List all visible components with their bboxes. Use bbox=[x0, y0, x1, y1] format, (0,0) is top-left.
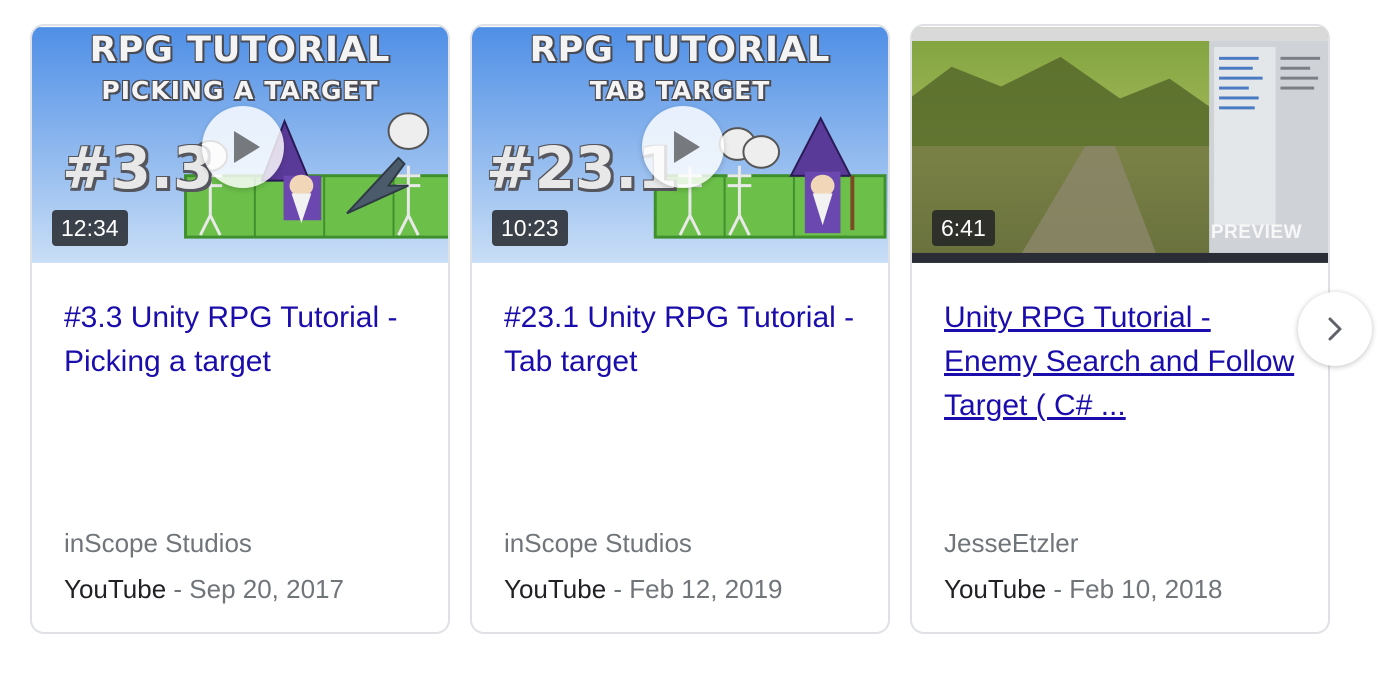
channel-name: inScope Studios bbox=[64, 528, 252, 558]
video-source: YouTube bbox=[944, 574, 1047, 604]
upload-date: Feb 12, 2019 bbox=[629, 574, 783, 604]
video-duration-badge: 12:34 bbox=[52, 210, 128, 246]
video-thumbnail[interactable]: RPG TUTORIAL TAB TARGET #23.1 10:23 bbox=[472, 26, 888, 264]
video-title-link[interactable]: Unity RPG Tutorial - Enemy Search and Fo… bbox=[944, 296, 1304, 428]
preview-label: PREVIEW bbox=[1210, 222, 1302, 243]
video-duration-badge: 10:23 bbox=[492, 210, 568, 246]
video-thumbnail[interactable]: RPG TUTORIAL PICKING A TARGET #3.3 12:34 bbox=[32, 26, 448, 264]
channel-name: inScope Studios bbox=[504, 528, 692, 558]
thumbnail-title-line-1: RPG TUTORIAL bbox=[89, 30, 391, 70]
chevron-right-icon bbox=[1328, 317, 1342, 341]
channel-name: JesseEtzler bbox=[944, 528, 1079, 558]
video-title-link[interactable]: #23.1 Unity RPG Tutorial - Tab target bbox=[504, 296, 864, 384]
video-duration-badge: 6:41 bbox=[932, 210, 995, 246]
meta-separator: - bbox=[166, 574, 190, 604]
play-icon[interactable] bbox=[202, 106, 284, 188]
meta-separator: - bbox=[1046, 574, 1070, 604]
video-card-2[interactable]: RPG TUTORIAL TAB TARGET #23.1 10:23 #23.… bbox=[470, 24, 890, 634]
video-thumbnail[interactable]: PREVIEW 6:41 bbox=[912, 26, 1328, 264]
carousel-next-button[interactable] bbox=[1298, 292, 1372, 366]
video-source: YouTube bbox=[504, 574, 607, 604]
video-meta: YouTube - Feb 10, 2018 bbox=[944, 574, 1223, 605]
video-meta: YouTube - Sep 20, 2017 bbox=[64, 574, 344, 605]
play-icon[interactable] bbox=[642, 106, 724, 188]
thumbnail-title-line-2: TAB TARGET bbox=[589, 76, 771, 105]
video-source: YouTube bbox=[64, 574, 167, 604]
video-card-3[interactable]: PREVIEW 6:41 Unity RPG Tutorial - Enemy … bbox=[910, 24, 1330, 634]
thumbnail-title-line-1: RPG TUTORIAL bbox=[529, 30, 831, 70]
thumbnail-episode-number: #3.3 bbox=[62, 134, 214, 202]
upload-date: Sep 20, 2017 bbox=[189, 574, 344, 604]
video-meta: YouTube - Feb 12, 2019 bbox=[504, 574, 783, 605]
thumbnail-title-line-2: PICKING A TARGET bbox=[101, 76, 379, 105]
video-card-1[interactable]: RPG TUTORIAL PICKING A TARGET #3.3 12:34… bbox=[30, 24, 450, 634]
video-title-link[interactable]: #3.3 Unity RPG Tutorial - Picking a targ… bbox=[64, 296, 424, 384]
upload-date: Feb 10, 2018 bbox=[1069, 574, 1223, 604]
meta-separator: - bbox=[606, 574, 630, 604]
